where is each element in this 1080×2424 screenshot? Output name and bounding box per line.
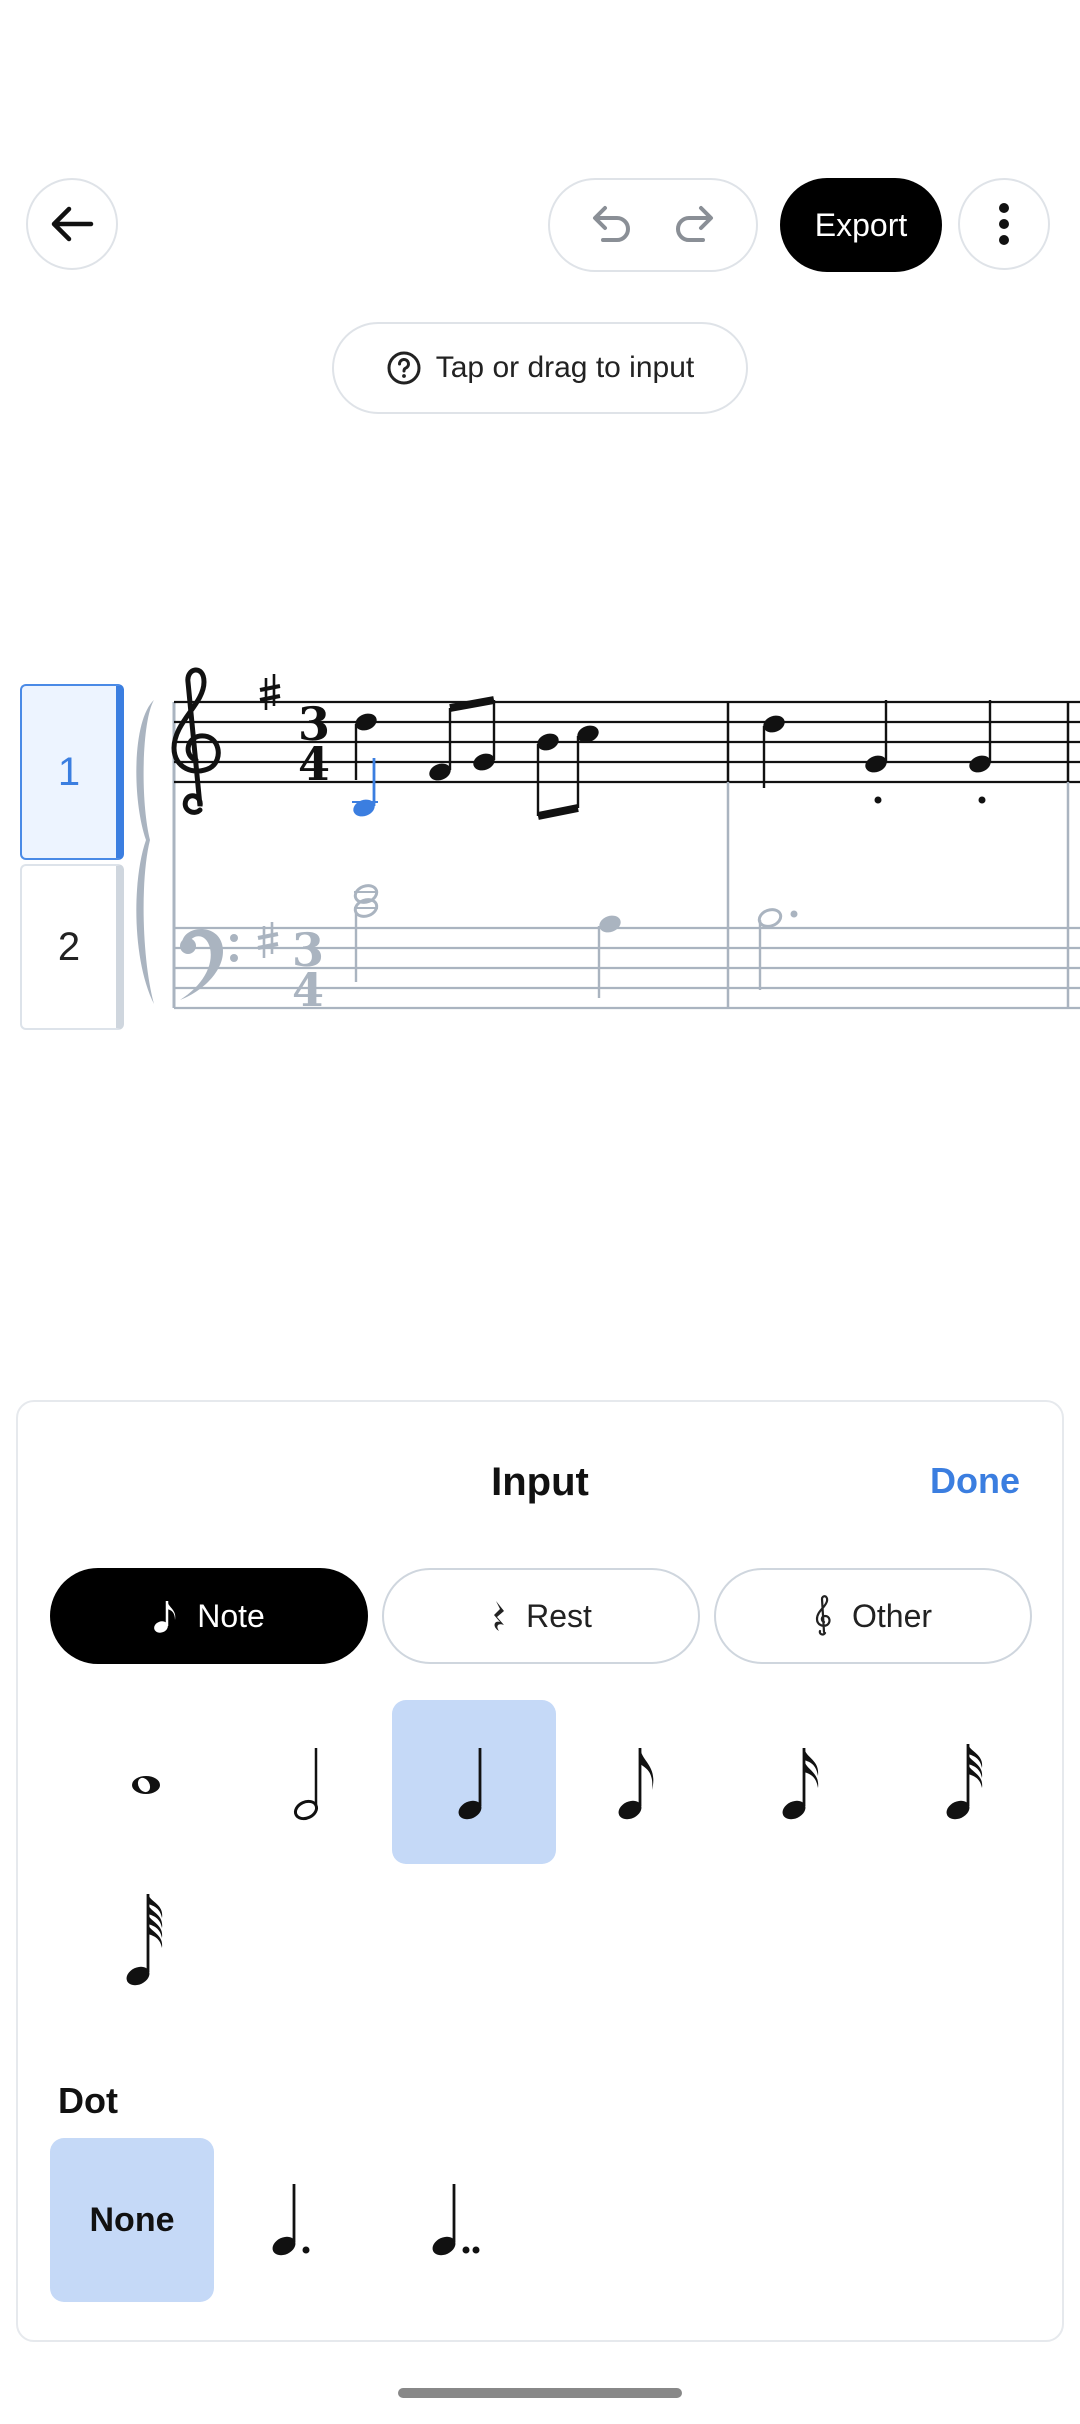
duration-eighth-button[interactable] [556, 1700, 720, 1864]
arrow-left-icon [51, 206, 94, 242]
grand-staff-brace [136, 700, 154, 1004]
eighth-note-icon [618, 1748, 654, 1820]
bass-notes [353, 884, 798, 998]
undo-button[interactable] [589, 200, 635, 251]
dot-single-button[interactable] [214, 2138, 378, 2302]
dot-double-button[interactable] [378, 2138, 542, 2302]
notes-measure-1 [352, 696, 599, 820]
duration-sixty-fourth-button[interactable] [64, 1858, 228, 2022]
thirty-second-note-icon [946, 1744, 983, 1820]
quarter-rest-icon [494, 1601, 505, 1631]
more-vertical-icon [999, 203, 1009, 245]
input-hint[interactable]: Tap or drag to input [332, 322, 748, 414]
quarter-note-icon [458, 1748, 482, 1820]
dot-none-button[interactable]: None [50, 2138, 214, 2302]
duration-half-button[interactable] [228, 1700, 392, 1864]
undo-icon [593, 205, 630, 242]
half-note-icon [293, 1748, 319, 1821]
back-button[interactable] [26, 178, 118, 270]
dot-none-label: None [89, 2200, 175, 2239]
staff-tab-label: 2 [57, 924, 81, 969]
duration-sixteenth-button[interactable] [720, 1700, 884, 1864]
dotted-quarter-icon [272, 2184, 310, 2256]
double-dotted-quarter-icon [432, 2184, 480, 2256]
bass-clef-icon [180, 928, 238, 1000]
time-signature: 4 [292, 963, 324, 1017]
mode-note-button[interactable]: Note [50, 1568, 368, 1664]
more-options-button[interactable] [958, 178, 1050, 270]
mode-label: Other [851, 1597, 933, 1634]
sixteenth-note-icon [782, 1748, 819, 1820]
staff-tab-label: 1 [57, 749, 81, 794]
eighth-note-icon [154, 1601, 176, 1633]
duration-thirty-second-button[interactable] [884, 1700, 1048, 1864]
sixty-fourth-note-icon [126, 1894, 163, 1986]
redo-button[interactable] [671, 200, 717, 251]
done-button[interactable]: Done [930, 1460, 1020, 1502]
mode-label: Rest [526, 1597, 592, 1634]
whole-note-icon [132, 1776, 160, 1794]
export-button[interactable]: Export [780, 178, 942, 272]
undo-redo-group [548, 178, 758, 272]
redo-icon [676, 205, 713, 242]
notes-measure-2 [762, 700, 992, 804]
dot-section-label: Dot [58, 2080, 118, 2121]
time-signature: 4 [298, 737, 330, 791]
panel-title: Input [491, 1460, 589, 1504]
hint-label: Tap or drag to input [435, 351, 695, 384]
treble-clef-icon [815, 1595, 831, 1636]
mode-rest-button[interactable]: Rest [382, 1568, 700, 1664]
staff-tab-1[interactable]: 1 [20, 684, 124, 860]
mode-other-button[interactable]: Other [714, 1568, 1032, 1664]
key-signature-sharp [259, 674, 281, 710]
mode-label: Note [197, 1597, 265, 1634]
home-indicator [398, 2388, 682, 2398]
input-panel: Input Done Note Rest Other Dot None [16, 1400, 1064, 2342]
score-canvas[interactable]: 3 4 3 4 [130, 660, 1080, 1020]
duration-whole-button[interactable] [64, 1700, 228, 1864]
staff-tab-2[interactable]: 2 [20, 864, 124, 1030]
help-circle-icon [387, 351, 421, 385]
duration-quarter-button[interactable] [392, 1700, 556, 1864]
